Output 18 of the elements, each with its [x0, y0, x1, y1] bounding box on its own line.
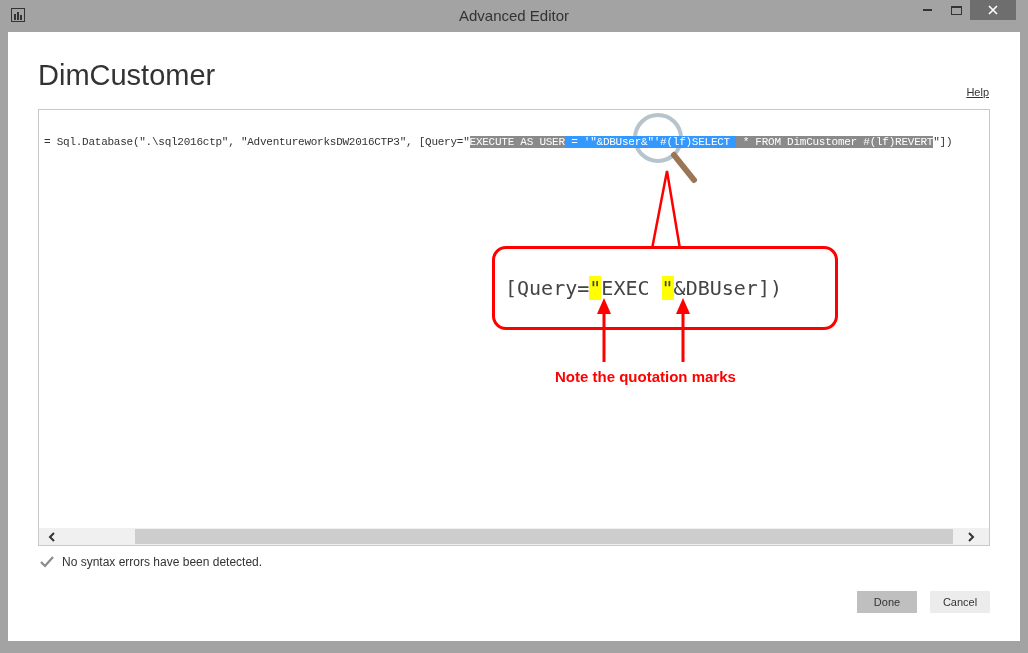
scrollbar-thumb[interactable]	[135, 529, 953, 544]
done-button[interactable]: Done	[857, 591, 917, 613]
code-line: = Sql.Database(".\sql2016ctp", "AdventureworksDW2016CTP3", [Query="EXECUTE AS USER = '"&DBUser&"'#(lf)SELECT * FROM DimCustomer #(lf)REVERT"])	[44, 135, 953, 149]
close-icon	[988, 5, 998, 15]
chevron-right-icon	[967, 531, 975, 542]
query-title: DimCustomer	[38, 61, 216, 93]
close-button[interactable]	[970, 0, 1016, 20]
app-icon	[11, 8, 25, 22]
minimize-icon	[922, 9, 932, 11]
callout-code: [Query="EXEC "&DBUser])	[505, 275, 782, 302]
maximize-icon	[950, 5, 962, 15]
help-link[interactable]: Help	[966, 83, 989, 104]
status-message: No syntax errors have been detected.	[62, 554, 263, 571]
checkmark-icon	[40, 556, 54, 568]
annotation-note: Note the quotation marks	[555, 367, 736, 387]
window-title: Advanced Editor	[458, 5, 570, 26]
chevron-left-icon	[47, 531, 55, 542]
cancel-button[interactable]: Cancel	[930, 591, 990, 613]
